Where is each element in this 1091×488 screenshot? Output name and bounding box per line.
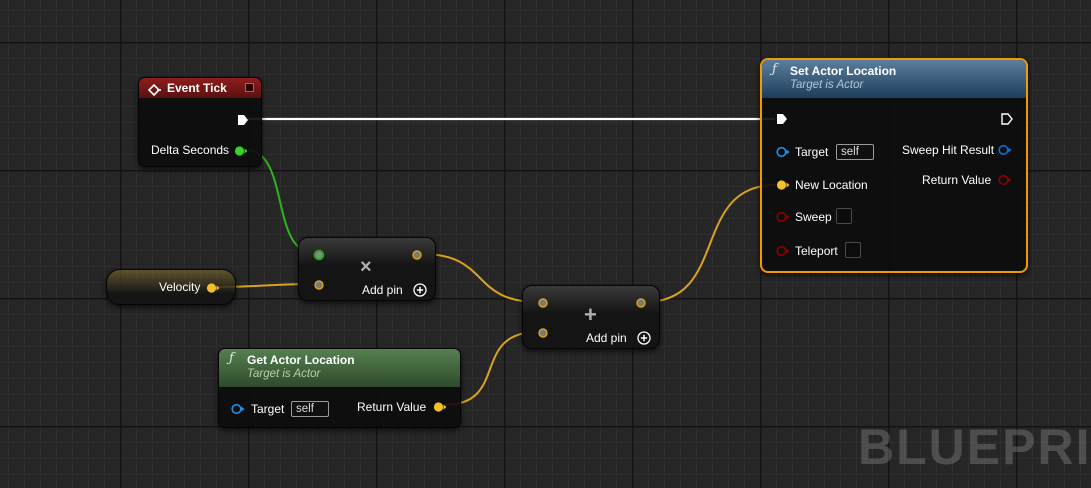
set-actor-location-node[interactable]: ƒ Set Actor Location Target is Actor Tar… <box>760 58 1028 273</box>
blueprint-watermark: BLUEPRI <box>858 419 1091 475</box>
event-tick-node[interactable]: Event Tick Delta Seconds <box>138 77 262 167</box>
set-actor-location-header[interactable]: ƒ Set Actor Location Target is Actor <box>762 60 1026 98</box>
get-target-label: Target <box>251 402 285 416</box>
set-target-pin[interactable] <box>776 146 790 158</box>
teleport-checkbox[interactable] <box>845 242 861 258</box>
exec-out-pin[interactable] <box>236 113 248 125</box>
get-actor-location-node[interactable]: ƒ Get Actor Location Target is Actor Tar… <box>218 348 461 428</box>
delta-seconds-label: Delta Seconds <box>151 143 230 157</box>
add-pin-circle-icon[interactable] <box>637 331 651 350</box>
set-return-value-label: Return Value <box>922 173 992 187</box>
get-actor-location-subtitle: Target is Actor <box>247 368 321 380</box>
add-input-b-pin[interactable] <box>537 327 549 339</box>
velocity-label: Velocity <box>159 280 201 294</box>
event-delegate-pin[interactable] <box>245 83 254 92</box>
multiply-input-a-pin[interactable] <box>313 249 325 261</box>
function-f-icon: ƒ <box>772 62 777 77</box>
get-return-value-pin[interactable] <box>433 401 447 413</box>
add-add-pin-label[interactable]: Add pin <box>586 331 627 345</box>
event-tick-header[interactable]: Event Tick <box>139 78 261 98</box>
add-pin-circle-icon[interactable] <box>413 283 427 302</box>
new-location-label: New Location <box>795 178 868 192</box>
event-diamond-icon <box>147 82 162 102</box>
teleport-pin[interactable] <box>776 245 790 257</box>
get-target-pin[interactable] <box>231 403 245 415</box>
velocity-out-pin[interactable] <box>206 282 220 294</box>
multiply-input-b-pin[interactable] <box>313 279 325 291</box>
function-f-icon: ƒ <box>229 351 234 366</box>
sweep-pin[interactable] <box>776 211 790 223</box>
get-actor-location-header[interactable]: ƒ Get Actor Location Target is Actor <box>219 349 460 387</box>
sweep-label: Sweep <box>795 210 832 224</box>
add-output-pin[interactable] <box>635 297 647 309</box>
sweep-hit-result-label: Sweep Hit Result <box>902 143 995 157</box>
delta-seconds-pin[interactable] <box>234 145 248 157</box>
multiply-output-pin[interactable] <box>411 249 423 261</box>
add-node[interactable]: + Add pin <box>522 285 660 349</box>
sweep-hit-result-pin[interactable] <box>998 144 1012 156</box>
get-return-value-label: Return Value <box>357 400 427 414</box>
add-result-wire <box>644 184 777 303</box>
sweep-checkbox[interactable] <box>836 208 852 224</box>
plus-icon: + <box>584 302 597 327</box>
get-actor-location-title: Get Actor Location <box>247 353 355 367</box>
exec-out-pin[interactable] <box>1000 112 1013 125</box>
multiply-node[interactable]: × Add pin <box>298 237 436 301</box>
set-return-value-pin[interactable] <box>998 174 1012 186</box>
multiply-icon: × <box>360 256 372 278</box>
set-target-label: Target <box>795 145 829 159</box>
exec-in-pin[interactable] <box>775 112 787 124</box>
add-input-a-pin[interactable] <box>537 297 549 309</box>
set-target-self-field[interactable]: self <box>836 144 874 160</box>
new-location-pin[interactable] <box>776 179 790 191</box>
get-target-self-field[interactable]: self <box>291 401 329 417</box>
teleport-label: Teleport <box>795 244 838 258</box>
set-actor-location-title: Set Actor Location <box>790 64 897 78</box>
multiply-result-wire <box>421 253 539 303</box>
set-actor-location-subtitle: Target is Actor <box>790 79 864 91</box>
multiply-add-pin-label[interactable]: Add pin <box>362 283 403 297</box>
velocity-variable-node[interactable]: Velocity <box>106 269 236 305</box>
